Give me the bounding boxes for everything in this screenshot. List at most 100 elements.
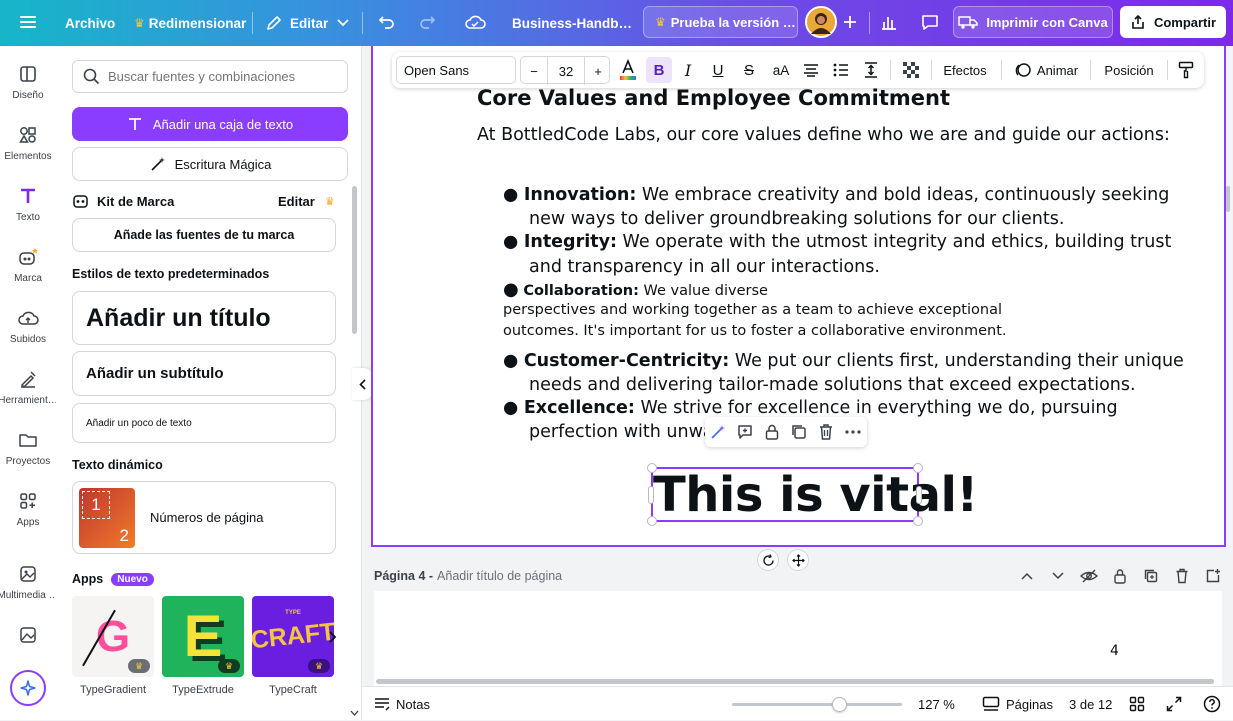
app-typeextrude-thumb[interactable]: E ♛ <box>162 596 244 677</box>
transparency-icon[interactable] <box>899 52 923 88</box>
rail-item-uploads[interactable]: Subidos <box>0 298 56 354</box>
add-comment-icon[interactable] <box>734 421 756 443</box>
add-subtitle-button[interactable]: Añadir un subtítulo <box>72 351 336 396</box>
insights-icon[interactable] <box>874 6 904 38</box>
comment-icon[interactable] <box>915 6 945 38</box>
app-typegradient-thumb[interactable]: G ♛ <box>72 596 154 677</box>
lock-icon[interactable] <box>761 421 783 443</box>
print-with-canva-button[interactable]: Imprimir con Canva <box>953 6 1113 38</box>
magic-write-button[interactable]: Escritura Mágica <box>72 147 348 181</box>
avatar[interactable] <box>805 6 837 38</box>
zoom-slider-track[interactable] <box>732 697 902 712</box>
panel-scrollbar[interactable] <box>352 186 357 334</box>
rotate-handle[interactable] <box>757 549 779 571</box>
page-title-input[interactable]: Añadir título de página <box>437 569 562 583</box>
rail-item-apps[interactable]: Apps <box>0 481 56 537</box>
hide-page-icon[interactable] <box>1078 566 1100 586</box>
magic-edit-icon[interactable] <box>707 421 729 443</box>
page-number-text[interactable]: 4 <box>1110 643 1119 659</box>
file-menu[interactable]: Archivo <box>65 0 115 46</box>
document-title[interactable]: Business-Handb… <box>512 0 632 46</box>
duplicate-page-icon[interactable] <box>1140 566 1162 586</box>
bullet-excellence[interactable]: ● Excellence: We strive for excellence i… <box>503 398 1118 418</box>
delete-page-icon[interactable] <box>1171 566 1193 586</box>
letter-case-button[interactable]: aA <box>768 52 794 88</box>
font-family-dropdown[interactable]: Open Sans <box>396 56 516 84</box>
selected-textbox[interactable]: This is vital! <box>647 463 978 526</box>
rail-item-text[interactable]: Texto <box>0 176 56 232</box>
move-page-up-icon[interactable] <box>1016 566 1038 586</box>
add-textbox-button[interactable]: Añadir una caja de texto <box>72 107 348 141</box>
decrease-size-button[interactable]: − <box>521 53 547 89</box>
rail-item-elements[interactable]: Elementos <box>0 115 56 171</box>
more-options-icon[interactable] <box>842 421 864 443</box>
hamburger-icon[interactable] <box>10 6 46 38</box>
share-button[interactable]: Compartir <box>1120 6 1226 38</box>
notes-button[interactable]: Notas <box>374 687 430 721</box>
cloud-sync-icon[interactable] <box>460 6 490 38</box>
document-intro[interactable]: At BottledCode Labs, our core values def… <box>477 125 1170 145</box>
bullet-text-line[interactable]: perfection with unwave <box>529 422 735 442</box>
side-handle[interactable] <box>648 486 654 504</box>
font-size-value[interactable]: 32 <box>547 57 585 85</box>
next-page-canvas[interactable]: 4 <box>374 591 1222 686</box>
zoom-value[interactable]: 127 % <box>918 687 955 721</box>
rail-item-image[interactable] <box>0 615 56 671</box>
strikethrough-button[interactable]: S <box>737 52 761 88</box>
duplicate-icon[interactable] <box>788 421 810 443</box>
rail-item-media[interactable]: Multimedia … <box>0 554 59 610</box>
rail-item-tools[interactable]: Herramient… <box>0 359 58 415</box>
line-spacing-icon[interactable] <box>859 52 883 88</box>
resize-handle[interactable] <box>913 516 923 526</box>
lock-page-icon[interactable] <box>1109 566 1131 586</box>
search-input[interactable] <box>108 69 338 84</box>
fullscreen-icon[interactable] <box>1166 687 1182 721</box>
chevron-down-icon[interactable] <box>349 708 359 718</box>
add-brand-fonts-button[interactable]: Añade las fuentes de tu marca <box>72 218 336 252</box>
bullet-integrity[interactable]: ● Integrity: We operate with the utmost … <box>503 232 1171 252</box>
undo-icon[interactable] <box>372 6 402 38</box>
canvas-scrollbar[interactable] <box>1226 186 1230 212</box>
brand-edit-link[interactable]: Editar ♛ <box>278 192 335 210</box>
resize-handle[interactable] <box>913 463 923 473</box>
horizontal-scrollbar[interactable] <box>376 679 1214 684</box>
magic-assistant-button[interactable] <box>10 670 46 706</box>
help-icon[interactable] <box>1203 687 1221 721</box>
position-button[interactable]: Posición <box>1100 52 1158 88</box>
resize-button[interactable]: ♛ Redimensionar <box>134 0 246 46</box>
move-page-down-icon[interactable] <box>1047 566 1069 586</box>
pages-button[interactable]: Páginas <box>982 687 1053 721</box>
side-handle[interactable] <box>916 486 922 504</box>
bullet-text-line[interactable]: perspectives and working together as a t… <box>503 302 1002 318</box>
add-title-button[interactable]: Añadir un título <box>72 291 336 345</box>
bullet-collaboration[interactable]: ● Collaboration: We value diverse <box>503 279 768 300</box>
bullet-list-icon[interactable] <box>829 52 853 88</box>
trash-icon[interactable] <box>815 421 837 443</box>
rail-item-design[interactable]: Diseño <box>0 54 56 110</box>
copy-style-icon[interactable] <box>1174 52 1198 88</box>
redo-icon[interactable] <box>412 6 442 38</box>
resize-handle[interactable] <box>647 516 657 526</box>
bold-button[interactable]: B <box>646 57 672 83</box>
bullet-text-line[interactable]: new ways to deliver groundbreaking solut… <box>529 209 1064 229</box>
app-typecraft-thumb[interactable]: TYPE CRAFT ♛ <box>252 596 334 677</box>
rail-item-brand[interactable]: Marca <box>0 237 56 293</box>
resize-handle[interactable] <box>647 463 657 473</box>
bullet-text-line[interactable]: needs and delivering tailor-made solutio… <box>529 375 1136 395</box>
align-center-icon[interactable] <box>799 52 823 88</box>
trial-button[interactable]: ♛ Prueba la versión … <box>643 6 798 38</box>
collapse-panel-button[interactable] <box>352 368 372 400</box>
add-collaborator-icon[interactable] <box>838 6 862 38</box>
add-page-icon[interactable] <box>1202 566 1224 586</box>
animate-button[interactable]: Animar <box>1012 52 1080 88</box>
apps-next-arrow[interactable] <box>326 628 340 646</box>
add-body-text-button[interactable]: Añadir un poco de texto <box>72 403 336 443</box>
rail-item-projects[interactable]: Proyectos <box>0 420 56 476</box>
move-handle[interactable] <box>787 549 809 571</box>
text-color-icon[interactable] <box>616 52 640 88</box>
underline-button[interactable]: U <box>706 52 730 88</box>
bullet-text-line[interactable]: outcomes. It's important for us to foste… <box>503 323 1007 339</box>
bullet-customer-centricity[interactable]: ● Customer-Centricity: We put our client… <box>503 351 1184 371</box>
bullet-text-line[interactable]: and transparency in all our interactions… <box>529 257 880 277</box>
selected-text[interactable]: This is vital! <box>653 467 978 523</box>
